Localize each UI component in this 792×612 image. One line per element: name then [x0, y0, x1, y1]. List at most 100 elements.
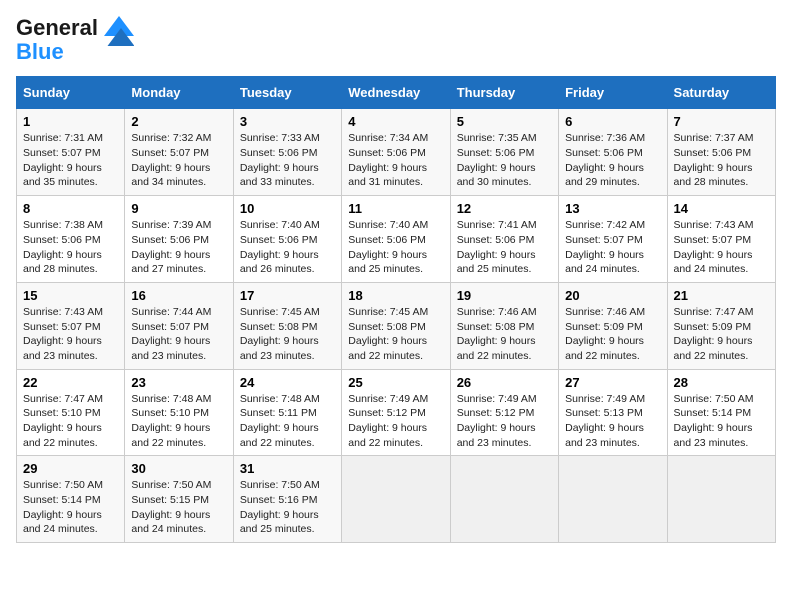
sunrise-text: Sunrise: 7:43 AM — [674, 218, 769, 233]
sunrise-text: Sunrise: 7:49 AM — [457, 392, 552, 407]
sunset-text: Sunset: 5:09 PM — [674, 320, 769, 335]
daylight-text: Daylight: 9 hours and 25 minutes. — [457, 248, 552, 277]
calendar-cell-21: 21 Sunrise: 7:47 AM Sunset: 5:09 PM Dayl… — [667, 282, 775, 369]
weekday-header-wednesday: Wednesday — [342, 77, 450, 109]
logo: GeneralBlue — [16, 16, 134, 64]
day-number: 30 — [131, 461, 226, 476]
calendar-cell-12: 12 Sunrise: 7:41 AM Sunset: 5:06 PM Dayl… — [450, 196, 558, 283]
calendar-table: SundayMondayTuesdayWednesdayThursdayFrid… — [16, 76, 776, 543]
weekday-header-tuesday: Tuesday — [233, 77, 341, 109]
day-info: Sunrise: 7:40 AM Sunset: 5:06 PM Dayligh… — [240, 218, 335, 277]
calendar-cell-6: 6 Sunrise: 7:36 AM Sunset: 5:06 PM Dayli… — [559, 109, 667, 196]
calendar-cell-13: 13 Sunrise: 7:42 AM Sunset: 5:07 PM Dayl… — [559, 196, 667, 283]
sunset-text: Sunset: 5:06 PM — [348, 233, 443, 248]
day-info: Sunrise: 7:46 AM Sunset: 5:09 PM Dayligh… — [565, 305, 660, 364]
daylight-text: Daylight: 9 hours and 22 minutes. — [674, 334, 769, 363]
sunrise-text: Sunrise: 7:49 AM — [348, 392, 443, 407]
sunrise-text: Sunrise: 7:38 AM — [23, 218, 118, 233]
empty-cell — [667, 456, 775, 543]
day-info: Sunrise: 7:43 AM Sunset: 5:07 PM Dayligh… — [674, 218, 769, 277]
day-number: 15 — [23, 288, 118, 303]
logo-text: GeneralBlue — [16, 16, 98, 64]
daylight-text: Daylight: 9 hours and 28 minutes. — [674, 161, 769, 190]
day-info: Sunrise: 7:50 AM Sunset: 5:14 PM Dayligh… — [674, 392, 769, 451]
calendar-cell-18: 18 Sunrise: 7:45 AM Sunset: 5:08 PM Dayl… — [342, 282, 450, 369]
daylight-text: Daylight: 9 hours and 29 minutes. — [565, 161, 660, 190]
daylight-text: Daylight: 9 hours and 23 minutes. — [23, 334, 118, 363]
day-number: 2 — [131, 114, 226, 129]
sunrise-text: Sunrise: 7:34 AM — [348, 131, 443, 146]
daylight-text: Daylight: 9 hours and 23 minutes. — [131, 334, 226, 363]
sunset-text: Sunset: 5:06 PM — [240, 233, 335, 248]
sunset-text: Sunset: 5:10 PM — [131, 406, 226, 421]
day-info: Sunrise: 7:40 AM Sunset: 5:06 PM Dayligh… — [348, 218, 443, 277]
day-info: Sunrise: 7:47 AM Sunset: 5:10 PM Dayligh… — [23, 392, 118, 451]
sunrise-text: Sunrise: 7:42 AM — [565, 218, 660, 233]
day-info: Sunrise: 7:38 AM Sunset: 5:06 PM Dayligh… — [23, 218, 118, 277]
sunset-text: Sunset: 5:06 PM — [457, 146, 552, 161]
day-number: 11 — [348, 201, 443, 216]
day-info: Sunrise: 7:33 AM Sunset: 5:06 PM Dayligh… — [240, 131, 335, 190]
calendar-cell-17: 17 Sunrise: 7:45 AM Sunset: 5:08 PM Dayl… — [233, 282, 341, 369]
day-number: 7 — [674, 114, 769, 129]
empty-cell — [559, 456, 667, 543]
day-number: 29 — [23, 461, 118, 476]
calendar-cell-24: 24 Sunrise: 7:48 AM Sunset: 5:11 PM Dayl… — [233, 369, 341, 456]
sunrise-text: Sunrise: 7:50 AM — [131, 478, 226, 493]
day-number: 24 — [240, 375, 335, 390]
sunrise-text: Sunrise: 7:36 AM — [565, 131, 660, 146]
logo-icon — [104, 16, 134, 46]
sunrise-text: Sunrise: 7:48 AM — [131, 392, 226, 407]
day-info: Sunrise: 7:36 AM Sunset: 5:06 PM Dayligh… — [565, 131, 660, 190]
sunrise-text: Sunrise: 7:35 AM — [457, 131, 552, 146]
day-number: 17 — [240, 288, 335, 303]
empty-cell — [450, 456, 558, 543]
calendar-week-1: 1 Sunrise: 7:31 AM Sunset: 5:07 PM Dayli… — [17, 109, 776, 196]
day-number: 14 — [674, 201, 769, 216]
weekday-header-monday: Monday — [125, 77, 233, 109]
calendar-cell-8: 8 Sunrise: 7:38 AM Sunset: 5:06 PM Dayli… — [17, 196, 125, 283]
day-info: Sunrise: 7:32 AM Sunset: 5:07 PM Dayligh… — [131, 131, 226, 190]
day-info: Sunrise: 7:39 AM Sunset: 5:06 PM Dayligh… — [131, 218, 226, 277]
daylight-text: Daylight: 9 hours and 23 minutes. — [240, 334, 335, 363]
day-info: Sunrise: 7:50 AM Sunset: 5:15 PM Dayligh… — [131, 478, 226, 537]
daylight-text: Daylight: 9 hours and 24 minutes. — [131, 508, 226, 537]
sunrise-text: Sunrise: 7:49 AM — [565, 392, 660, 407]
sunrise-text: Sunrise: 7:44 AM — [131, 305, 226, 320]
daylight-text: Daylight: 9 hours and 22 minutes. — [565, 334, 660, 363]
sunrise-text: Sunrise: 7:41 AM — [457, 218, 552, 233]
sunset-text: Sunset: 5:13 PM — [565, 406, 660, 421]
day-number: 20 — [565, 288, 660, 303]
day-number: 13 — [565, 201, 660, 216]
page-header: GeneralBlue — [16, 16, 776, 64]
weekday-header-friday: Friday — [559, 77, 667, 109]
day-number: 26 — [457, 375, 552, 390]
day-number: 9 — [131, 201, 226, 216]
sunset-text: Sunset: 5:08 PM — [457, 320, 552, 335]
sunset-text: Sunset: 5:15 PM — [131, 493, 226, 508]
calendar-cell-15: 15 Sunrise: 7:43 AM Sunset: 5:07 PM Dayl… — [17, 282, 125, 369]
daylight-text: Daylight: 9 hours and 33 minutes. — [240, 161, 335, 190]
day-info: Sunrise: 7:42 AM Sunset: 5:07 PM Dayligh… — [565, 218, 660, 277]
sunset-text: Sunset: 5:08 PM — [348, 320, 443, 335]
daylight-text: Daylight: 9 hours and 23 minutes. — [674, 421, 769, 450]
empty-cell — [342, 456, 450, 543]
day-info: Sunrise: 7:31 AM Sunset: 5:07 PM Dayligh… — [23, 131, 118, 190]
sunrise-text: Sunrise: 7:43 AM — [23, 305, 118, 320]
daylight-text: Daylight: 9 hours and 24 minutes. — [23, 508, 118, 537]
daylight-text: Daylight: 9 hours and 34 minutes. — [131, 161, 226, 190]
sunrise-text: Sunrise: 7:39 AM — [131, 218, 226, 233]
calendar-cell-4: 4 Sunrise: 7:34 AM Sunset: 5:06 PM Dayli… — [342, 109, 450, 196]
calendar-cell-10: 10 Sunrise: 7:40 AM Sunset: 5:06 PM Dayl… — [233, 196, 341, 283]
sunrise-text: Sunrise: 7:50 AM — [674, 392, 769, 407]
sunset-text: Sunset: 5:06 PM — [565, 146, 660, 161]
day-info: Sunrise: 7:45 AM Sunset: 5:08 PM Dayligh… — [348, 305, 443, 364]
sunrise-text: Sunrise: 7:46 AM — [565, 305, 660, 320]
day-info: Sunrise: 7:48 AM Sunset: 5:10 PM Dayligh… — [131, 392, 226, 451]
day-info: Sunrise: 7:35 AM Sunset: 5:06 PM Dayligh… — [457, 131, 552, 190]
calendar-week-3: 15 Sunrise: 7:43 AM Sunset: 5:07 PM Dayl… — [17, 282, 776, 369]
calendar-cell-9: 9 Sunrise: 7:39 AM Sunset: 5:06 PM Dayli… — [125, 196, 233, 283]
day-info: Sunrise: 7:49 AM Sunset: 5:12 PM Dayligh… — [348, 392, 443, 451]
sunrise-text: Sunrise: 7:47 AM — [23, 392, 118, 407]
sunrise-text: Sunrise: 7:47 AM — [674, 305, 769, 320]
